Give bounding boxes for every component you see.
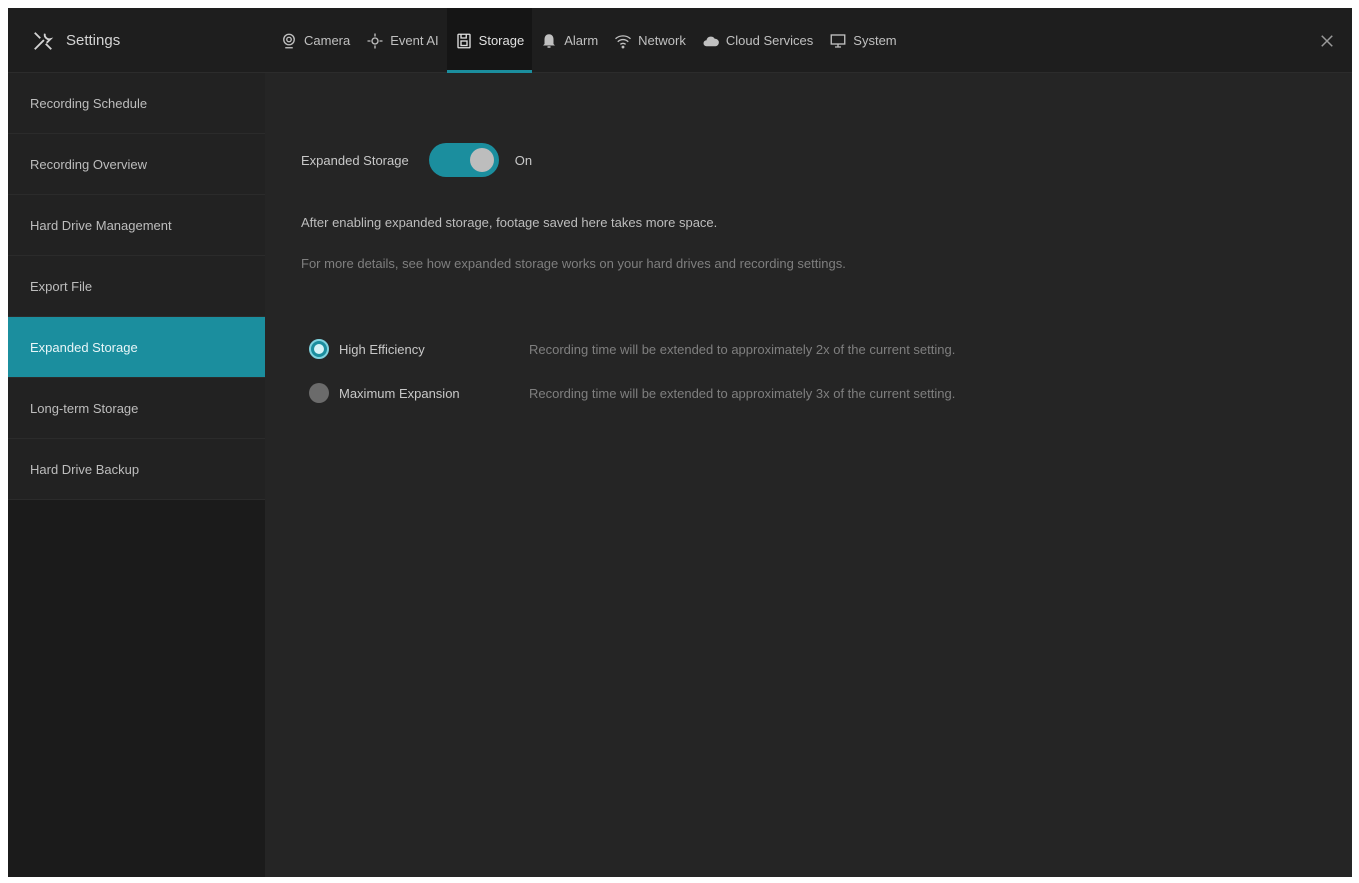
- sidebar-item-expanded-storage[interactable]: Expanded Storage: [8, 317, 265, 378]
- expanded-storage-description: After enabling expanded storage, footage…: [301, 215, 718, 230]
- sidebar-item-export-file[interactable]: Export File: [8, 256, 265, 317]
- sidebar-item-label: Hard Drive Backup: [30, 461, 140, 477]
- sidebar-item-hard-drive-management[interactable]: Hard Drive Management: [8, 195, 265, 256]
- tab-label: Cloud Services: [725, 33, 814, 48]
- main-tabs: Camera Event AI Storage Alarm Network Cl…: [272, 8, 905, 73]
- sidebar-item-long-term-storage[interactable]: Long-term Storage: [8, 378, 265, 439]
- sidebar-item-label: Hard Drive Management: [30, 217, 172, 233]
- option-label: High Efficiency: [339, 341, 425, 357]
- tab-cloud-services[interactable]: Cloud Services: [694, 8, 821, 73]
- alarm-icon: [543, 33, 556, 48]
- sidebar-item-label: Long-term Storage: [30, 400, 139, 416]
- expanded-storage-hint: For more details, see how expanded stora…: [301, 256, 846, 271]
- settings-window: Settings Camera Event AI Storage Alarm N…: [8, 8, 1352, 877]
- maximum-expansion-radio[interactable]: [309, 383, 329, 403]
- sidebar-item-recording-schedule[interactable]: Recording Schedule: [8, 73, 265, 134]
- tab-label: Camera: [304, 33, 351, 48]
- system-icon: [830, 33, 846, 48]
- tab-label: Event AI: [390, 33, 439, 48]
- tab-system[interactable]: System: [821, 8, 904, 73]
- sidebar-item-label: Export File: [30, 278, 93, 294]
- tab-camera[interactable]: Camera: [272, 8, 358, 73]
- close-icon: [1321, 35, 1333, 47]
- option-maximum-expansion[interactable]: Maximum Expansion Recording time will be…: [309, 381, 955, 405]
- close-button[interactable]: [1316, 30, 1338, 52]
- tab-label: Network: [638, 33, 686, 48]
- option-high-efficiency[interactable]: High Efficiency Recording time will be e…: [309, 337, 955, 361]
- storage-icon: [456, 33, 471, 48]
- toggle-state-text: On: [514, 152, 533, 168]
- option-label: Maximum Expansion: [339, 385, 460, 401]
- tab-label: Alarm: [564, 33, 599, 48]
- settings-tools-icon: [34, 31, 54, 50]
- network-icon: [615, 34, 632, 48]
- toggle-knob: [469, 148, 494, 172]
- event-ai-icon: [367, 33, 383, 48]
- sidebar-item-label: Expanded Storage: [30, 339, 138, 355]
- sidebar-item-recording-overview[interactable]: Recording Overview: [8, 134, 265, 195]
- option-description: Recording time will be extended to appro…: [529, 341, 956, 357]
- tab-network[interactable]: Network: [606, 8, 694, 73]
- app-title: Settings: [32, 8, 120, 73]
- main-content: Expanded Storage On After enabling expan…: [265, 73, 1352, 877]
- expanded-storage-toggle[interactable]: [428, 143, 499, 177]
- sidebar: Recording Schedule Recording Overview Ha…: [8, 73, 265, 877]
- top-bar: Settings Camera Event AI Storage Alarm N…: [8, 8, 1352, 73]
- app-title-label: Settings: [66, 32, 121, 49]
- tab-alarm[interactable]: Alarm: [532, 8, 606, 73]
- tab-storage[interactable]: Storage: [446, 8, 533, 73]
- tab-label: Storage: [478, 33, 525, 48]
- sidebar-item-hard-drive-backup[interactable]: Hard Drive Backup: [8, 439, 265, 500]
- cloud-icon: [703, 36, 719, 46]
- tab-label: System: [853, 33, 897, 48]
- sidebar-item-label: Recording Schedule: [30, 95, 148, 111]
- camera-icon: [283, 33, 295, 48]
- tab-event-ai[interactable]: Event AI: [358, 8, 446, 73]
- expanded-storage-label: Expanded Storage: [301, 152, 409, 168]
- sidebar-item-label: Recording Overview: [30, 156, 148, 172]
- option-description: Recording time will be extended to appro…: [529, 385, 956, 401]
- high-efficiency-radio[interactable]: [309, 339, 329, 359]
- expanded-storage-row: Expanded Storage On: [301, 143, 532, 177]
